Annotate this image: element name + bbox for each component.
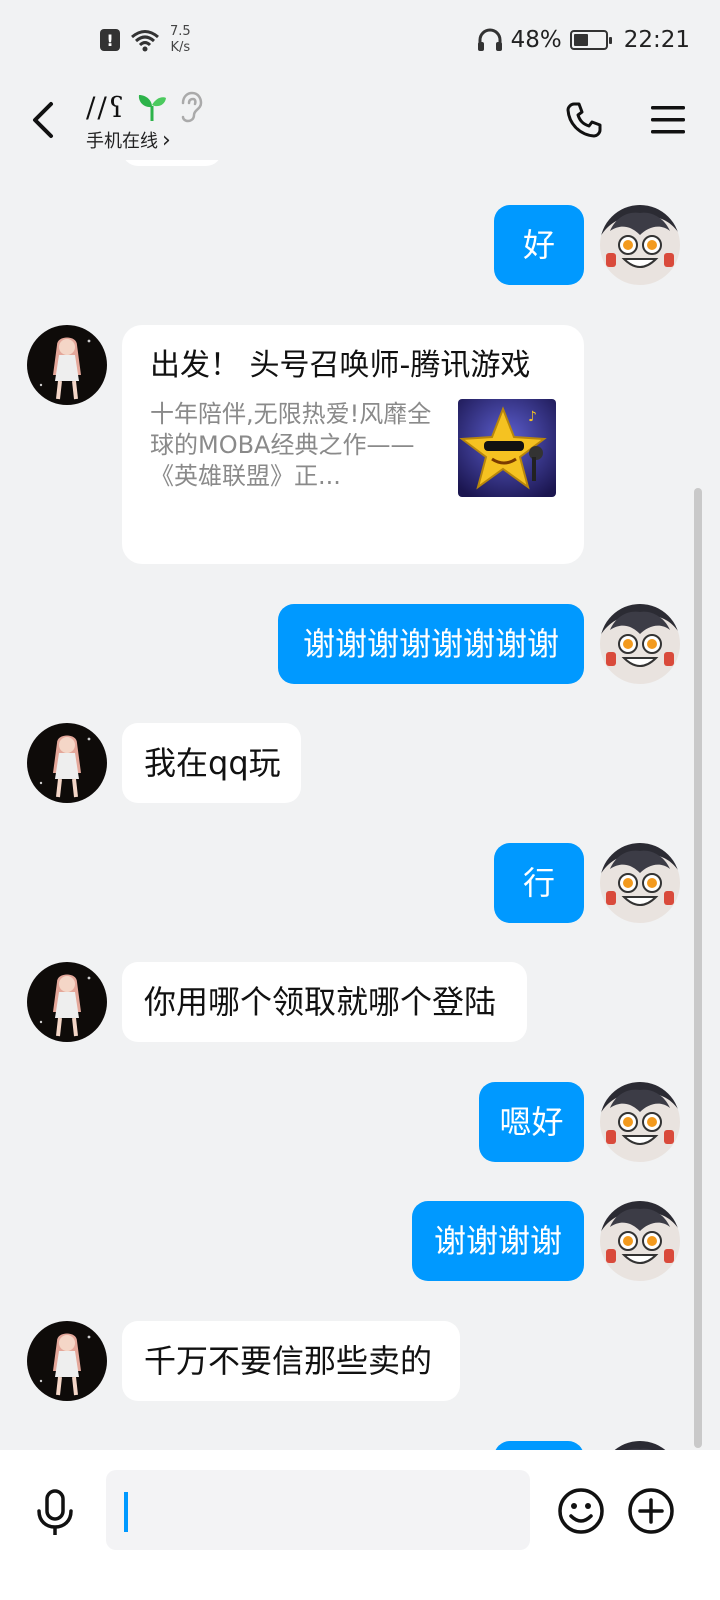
share-card-thumbnail: ♪ [458, 399, 556, 497]
avatar-self[interactable] [600, 205, 680, 285]
avatar-contact[interactable] [27, 723, 107, 803]
avatar-self[interactable] [600, 1441, 680, 1450]
message-bubble-outgoing[interactable]: 谢谢谢谢 [412, 1201, 584, 1281]
message-text: 我在qq玩 [144, 744, 281, 782]
network-speed: 7.5 K/s [170, 24, 191, 55]
contact-status[interactable]: 手机在线 › [86, 127, 204, 153]
message-text: 好 [522, 226, 555, 264]
message-text: 嗯好 [499, 1103, 564, 1141]
battery-percent: 48% [510, 27, 562, 53]
message-bubble-incoming[interactable]: 我在qq玩 [122, 723, 301, 803]
message-bubble-incoming[interactable]: 千万不要信那些卖的 [122, 1321, 460, 1401]
menu-button[interactable] [646, 98, 690, 142]
alert-icon: ! [100, 29, 120, 51]
sprout-icon [138, 95, 166, 121]
battery-level [573, 34, 588, 46]
call-button[interactable] [562, 98, 606, 142]
avatar-contact[interactable] [27, 962, 107, 1042]
message-text: 千万不要信那些卖的 [144, 1342, 433, 1380]
menu-icon [651, 106, 685, 134]
text-cursor [124, 1492, 128, 1532]
message-text: 你用哪个领取就哪个登陆 [144, 983, 497, 1021]
avatar-self[interactable] [600, 1201, 680, 1281]
wifi-icon [131, 30, 159, 52]
avatar-contact[interactable] [27, 325, 107, 405]
scrollbar[interactable] [694, 488, 702, 1448]
message-text: 谢谢谢谢谢谢谢谢 [302, 625, 559, 663]
message-bubble-outgoing-partial[interactable] [494, 1441, 584, 1450]
message-bubble-incoming[interactable]: 你用哪个领取就哪个登陆 [122, 962, 527, 1042]
ear-icon [181, 91, 203, 123]
chevron-right-icon: › [162, 127, 171, 153]
message-input[interactable] [106, 1470, 530, 1550]
share-card-description: 十年陪伴,无限热爱!风靡全球的MOBA经典之作——《英雄联盟》正... [150, 400, 432, 490]
smiley-icon [558, 1488, 604, 1534]
chat-header: //ʕ 手机在线 › [0, 80, 720, 160]
svg-text:♪: ♪ [528, 409, 537, 425]
battery-icon [569, 30, 612, 50]
status-bar: ! 7.5 K/s 48% 22:21 [0, 0, 720, 80]
avatar-self[interactable] [600, 843, 680, 923]
share-card[interactable]: 出发！ 头号召唤师-腾讯游戏 十年陪伴,无限热爱!风靡全球的MOBA经典之作——… [122, 325, 584, 564]
contact-info[interactable]: //ʕ 手机在线 › [86, 87, 204, 153]
message-list[interactable]: 好 出发！ 头号召唤师-腾讯游戏 十年陪伴,无限热爱!风靡全球的MOBA经典之作… [0, 160, 720, 1450]
back-button[interactable] [20, 90, 64, 150]
avatar-self[interactable] [600, 1082, 680, 1162]
voice-button[interactable] [30, 1488, 80, 1538]
message-bubble-outgoing[interactable]: 谢谢谢谢谢谢谢谢 [278, 604, 584, 684]
emoji-button[interactable] [556, 1486, 606, 1536]
phone-icon [566, 102, 602, 138]
contact-status-text: 手机在线 [86, 131, 158, 152]
clock: 22:21 [623, 27, 690, 53]
message-bubble-outgoing[interactable]: 好 [494, 205, 584, 285]
message-bubble-outgoing[interactable]: 嗯好 [479, 1082, 584, 1162]
message-bubble-outgoing[interactable]: 行 [494, 843, 584, 923]
contact-name: //ʕ [86, 90, 126, 124]
more-button[interactable] [626, 1486, 676, 1536]
microphone-icon [37, 1489, 73, 1535]
share-card-title: 出发！ 头号召唤师-腾讯游戏 [150, 348, 531, 383]
headphones-icon [477, 28, 502, 51]
message-bubble-partial[interactable] [122, 160, 222, 166]
message-text: 谢谢谢谢 [433, 1222, 562, 1260]
message-text: 行 [522, 864, 555, 902]
avatar-self[interactable] [600, 604, 680, 684]
plus-circle-icon [628, 1488, 674, 1534]
chevron-left-icon [33, 102, 53, 138]
avatar-contact[interactable] [27, 1321, 107, 1401]
input-bar [0, 1450, 720, 1600]
